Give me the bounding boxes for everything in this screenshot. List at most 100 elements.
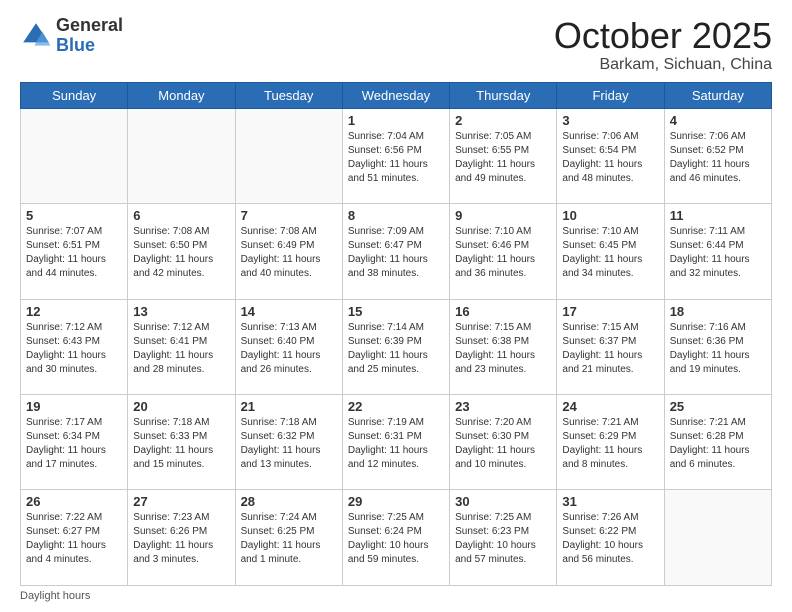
calendar-cell bbox=[235, 108, 342, 203]
day-number: 31 bbox=[562, 494, 658, 509]
day-number: 20 bbox=[133, 399, 229, 414]
day-info: Sunrise: 7:19 AM Sunset: 6:31 PM Dayligh… bbox=[348, 416, 444, 472]
logo-blue-text: Blue bbox=[56, 36, 123, 56]
day-number: 10 bbox=[562, 208, 658, 223]
weekday-header-saturday: Saturday bbox=[664, 82, 771, 108]
day-info: Sunrise: 7:11 AM Sunset: 6:44 PM Dayligh… bbox=[670, 225, 766, 281]
calendar-cell: 25 Sunrise: 7:21 AM Sunset: 6:28 PM Dayli… bbox=[664, 395, 771, 490]
day-info: Sunrise: 7:18 AM Sunset: 6:33 PM Dayligh… bbox=[133, 416, 229, 472]
weekday-header-wednesday: Wednesday bbox=[342, 82, 449, 108]
weekday-header-monday: Monday bbox=[128, 82, 235, 108]
calendar-cell: 27Sunrise: 7:23 AM Sunset: 6:26 PM Dayli… bbox=[128, 490, 235, 586]
day-number: 16 bbox=[455, 304, 551, 319]
calendar-cell: 22 Sunrise: 7:19 AM Sunset: 6:31 PM Dayli… bbox=[342, 395, 449, 490]
page: General Blue October 2025 Barkam, Sichua… bbox=[0, 0, 792, 612]
calendar-cell: 20 Sunrise: 7:18 AM Sunset: 6:33 PM Dayli… bbox=[128, 395, 235, 490]
calendar-location: Barkam, Sichuan, China bbox=[554, 56, 772, 74]
calendar-cell: 31Sunrise: 7:26 AM Sunset: 6:22 PM Dayli… bbox=[557, 490, 664, 586]
calendar-title: October 2025 bbox=[554, 16, 772, 56]
calendar-cell: 13Sunrise: 7:12 AM Sunset: 6:41 PM Dayli… bbox=[128, 299, 235, 394]
calendar-cell bbox=[664, 490, 771, 586]
day-info: Sunrise: 7:15 AM Sunset: 6:37 PM Dayligh… bbox=[562, 321, 658, 377]
calendar-cell: 6 Sunrise: 7:08 AM Sunset: 6:50 PM Daylig… bbox=[128, 204, 235, 299]
day-number: 17 bbox=[562, 304, 658, 319]
day-info: Sunrise: 7:15 AM Sunset: 6:38 PM Dayligh… bbox=[455, 321, 551, 377]
day-number: 19 bbox=[26, 399, 122, 414]
day-number: 9 bbox=[455, 208, 551, 223]
calendar-cell: 23 Sunrise: 7:20 AM Sunset: 6:30 PM Dayli… bbox=[450, 395, 557, 490]
day-number: 5 bbox=[26, 208, 122, 223]
calendar-cell: 11Sunrise: 7:11 AM Sunset: 6:44 PM Dayli… bbox=[664, 204, 771, 299]
day-number: 24 bbox=[562, 399, 658, 414]
day-info: Sunrise: 7:12 AM Sunset: 6:43 PM Dayligh… bbox=[26, 321, 122, 377]
day-number: 14 bbox=[241, 304, 337, 319]
logo-icon bbox=[20, 20, 52, 52]
day-info: Sunrise: 7:10 AM Sunset: 6:45 PM Dayligh… bbox=[562, 225, 658, 281]
day-info: Sunrise: 7:04 AM Sunset: 6:56 PM Dayligh… bbox=[348, 130, 444, 186]
calendar-cell: 30 Sunrise: 7:25 AM Sunset: 6:23 PM Dayli… bbox=[450, 490, 557, 586]
day-number: 27 bbox=[133, 494, 229, 509]
calendar-cell: 10 Sunrise: 7:10 AM Sunset: 6:45 PM Dayli… bbox=[557, 204, 664, 299]
weekday-header-friday: Friday bbox=[557, 82, 664, 108]
day-info: Sunrise: 7:25 AM Sunset: 6:24 PM Dayligh… bbox=[348, 511, 444, 567]
calendar-cell: 28 Sunrise: 7:24 AM Sunset: 6:25 PM Dayli… bbox=[235, 490, 342, 586]
calendar-cell: 16 Sunrise: 7:15 AM Sunset: 6:38 PM Dayli… bbox=[450, 299, 557, 394]
weekday-header-tuesday: Tuesday bbox=[235, 82, 342, 108]
calendar-week-4: 19 Sunrise: 7:17 AM Sunset: 6:34 PM Dayli… bbox=[21, 395, 772, 490]
weekday-header-row: SundayMondayTuesdayWednesdayThursdayFrid… bbox=[21, 82, 772, 108]
day-info: Sunrise: 7:08 AM Sunset: 6:49 PM Dayligh… bbox=[241, 225, 337, 281]
day-number: 3 bbox=[562, 113, 658, 128]
day-number: 30 bbox=[455, 494, 551, 509]
calendar-cell: 4 Sunrise: 7:06 AM Sunset: 6:52 PM Daylig… bbox=[664, 108, 771, 203]
calendar-cell: 7Sunrise: 7:08 AM Sunset: 6:49 PM Daylig… bbox=[235, 204, 342, 299]
calendar-cell bbox=[128, 108, 235, 203]
calendar-week-1: 1 Sunrise: 7:04 AM Sunset: 6:56 PM Daylig… bbox=[21, 108, 772, 203]
day-info: Sunrise: 7:08 AM Sunset: 6:50 PM Dayligh… bbox=[133, 225, 229, 281]
calendar-cell: 26Sunrise: 7:22 AM Sunset: 6:27 PM Dayli… bbox=[21, 490, 128, 586]
day-number: 29 bbox=[348, 494, 444, 509]
day-info: Sunrise: 7:10 AM Sunset: 6:46 PM Dayligh… bbox=[455, 225, 551, 281]
day-number: 4 bbox=[670, 113, 766, 128]
day-number: 1 bbox=[348, 113, 444, 128]
header: General Blue October 2025 Barkam, Sichua… bbox=[20, 16, 772, 74]
weekday-header-sunday: Sunday bbox=[21, 82, 128, 108]
day-number: 18 bbox=[670, 304, 766, 319]
calendar-cell bbox=[21, 108, 128, 203]
logo-general-text: General bbox=[56, 16, 123, 36]
calendar-week-3: 12 Sunrise: 7:12 AM Sunset: 6:43 PM Dayli… bbox=[21, 299, 772, 394]
footer-note: Daylight hours bbox=[20, 590, 772, 602]
day-info: Sunrise: 7:20 AM Sunset: 6:30 PM Dayligh… bbox=[455, 416, 551, 472]
calendar-cell: 18 Sunrise: 7:16 AM Sunset: 6:36 PM Dayli… bbox=[664, 299, 771, 394]
calendar-cell: 1 Sunrise: 7:04 AM Sunset: 6:56 PM Daylig… bbox=[342, 108, 449, 203]
day-info: Sunrise: 7:16 AM Sunset: 6:36 PM Dayligh… bbox=[670, 321, 766, 377]
day-info: Sunrise: 7:07 AM Sunset: 6:51 PM Dayligh… bbox=[26, 225, 122, 281]
day-info: Sunrise: 7:09 AM Sunset: 6:47 PM Dayligh… bbox=[348, 225, 444, 281]
calendar-cell: 21Sunrise: 7:18 AM Sunset: 6:32 PM Dayli… bbox=[235, 395, 342, 490]
calendar-table: SundayMondayTuesdayWednesdayThursdayFrid… bbox=[20, 82, 772, 586]
day-info: Sunrise: 7:24 AM Sunset: 6:25 PM Dayligh… bbox=[241, 511, 337, 567]
logo: General Blue bbox=[20, 16, 123, 56]
calendar-cell: 12 Sunrise: 7:12 AM Sunset: 6:43 PM Dayli… bbox=[21, 299, 128, 394]
day-number: 28 bbox=[241, 494, 337, 509]
day-number: 23 bbox=[455, 399, 551, 414]
day-info: Sunrise: 7:25 AM Sunset: 6:23 PM Dayligh… bbox=[455, 511, 551, 567]
calendar-cell: 9 Sunrise: 7:10 AM Sunset: 6:46 PM Daylig… bbox=[450, 204, 557, 299]
day-info: Sunrise: 7:18 AM Sunset: 6:32 PM Dayligh… bbox=[241, 416, 337, 472]
logo-text: General Blue bbox=[56, 16, 123, 56]
day-info: Sunrise: 7:05 AM Sunset: 6:55 PM Dayligh… bbox=[455, 130, 551, 186]
day-info: Sunrise: 7:21 AM Sunset: 6:28 PM Dayligh… bbox=[670, 416, 766, 472]
day-info: Sunrise: 7:22 AM Sunset: 6:27 PM Dayligh… bbox=[26, 511, 122, 567]
calendar-week-2: 5 Sunrise: 7:07 AM Sunset: 6:51 PM Daylig… bbox=[21, 204, 772, 299]
day-number: 6 bbox=[133, 208, 229, 223]
day-number: 8 bbox=[348, 208, 444, 223]
calendar-cell: 3Sunrise: 7:06 AM Sunset: 6:54 PM Daylig… bbox=[557, 108, 664, 203]
day-number: 22 bbox=[348, 399, 444, 414]
day-number: 12 bbox=[26, 304, 122, 319]
calendar-cell: 14Sunrise: 7:13 AM Sunset: 6:40 PM Dayli… bbox=[235, 299, 342, 394]
calendar-cell: 15Sunrise: 7:14 AM Sunset: 6:39 PM Dayli… bbox=[342, 299, 449, 394]
day-info: Sunrise: 7:17 AM Sunset: 6:34 PM Dayligh… bbox=[26, 416, 122, 472]
day-number: 2 bbox=[455, 113, 551, 128]
calendar-cell: 5 Sunrise: 7:07 AM Sunset: 6:51 PM Daylig… bbox=[21, 204, 128, 299]
day-number: 25 bbox=[670, 399, 766, 414]
day-info: Sunrise: 7:06 AM Sunset: 6:52 PM Dayligh… bbox=[670, 130, 766, 186]
